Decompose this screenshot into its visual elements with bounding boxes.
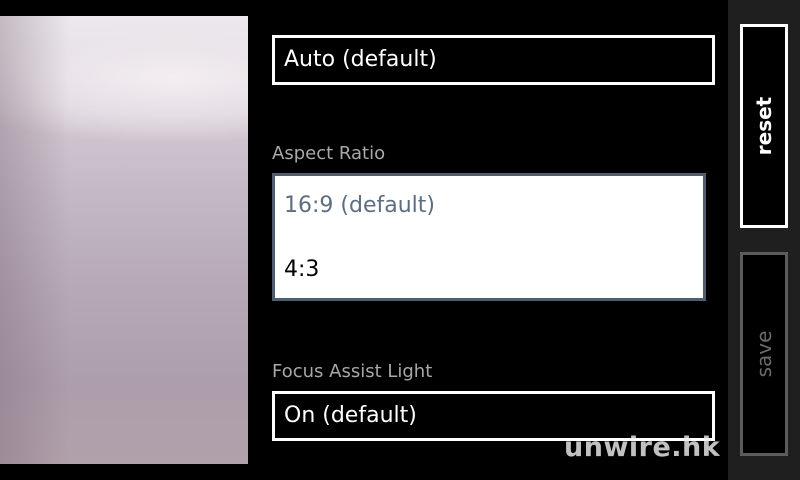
aspect-ratio-list: 16:9 (default) 4:3 (272, 173, 706, 301)
reset-button-label: reset (752, 96, 776, 156)
app-bar: reset save (728, 0, 800, 480)
aspect-ratio-option-16-9[interactable]: 16:9 (default) (284, 192, 435, 220)
settings-panel: Auto (default) Aspect Ratio 16:9 (defaul… (248, 0, 728, 480)
aspect-ratio-option-4-3[interactable]: 4:3 (284, 256, 319, 284)
top-setting-picker[interactable]: Auto (default) (272, 35, 715, 85)
camera-viewfinder (0, 16, 248, 464)
save-button[interactable]: save (740, 252, 788, 456)
focus-assist-light-label: Focus Assist Light (272, 361, 433, 382)
aspect-ratio-label: Aspect Ratio (272, 143, 386, 164)
viewfinder-shadow (0, 16, 70, 464)
save-button-label: save (752, 330, 776, 378)
camera-settings-screen: Auto (default) Aspect Ratio 16:9 (defaul… (0, 0, 800, 480)
reset-button[interactable]: reset (740, 24, 788, 228)
watermark-text: unwire.hk (564, 432, 721, 463)
